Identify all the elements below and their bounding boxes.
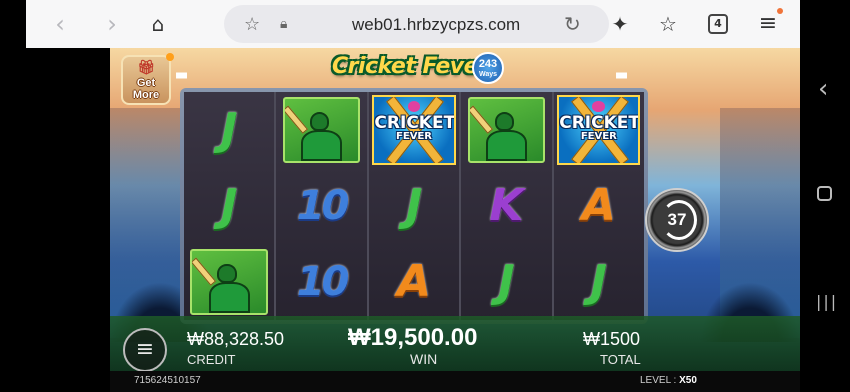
symbol-j: J [498,256,515,307]
gift-icon: 🎁︎ [137,60,155,76]
url-text[interactable]: web01.hrbzycpzs.com [352,15,520,35]
win-value: ₩19,500.00 [348,324,478,351]
reel-cell: CRICKET FEVER [554,92,644,168]
symbol-10: 10 [296,183,350,229]
symbol-j: J [221,104,238,155]
reel-cell: J [184,92,274,168]
batsman-symbol [282,96,361,164]
forward-icon[interactable]: › [98,10,126,38]
reel-column: JJ [184,92,277,320]
wild-label-1: CRICKET [374,112,456,133]
wild-label-1: CRICKET [559,112,640,133]
level-indicator: LEVEL : X50 [640,375,697,386]
reel-cell: J [554,244,644,320]
info-strip: 715624510157 LEVEL : X50 [110,371,800,392]
total-bet-label: TOTAL [600,352,641,367]
total-bet-value[interactable]: ₩1500 [583,329,640,350]
symbol-j: J [221,180,238,231]
bookmark-star-icon[interactable]: ☆ [654,10,682,38]
spin-button[interactable]: 37 [645,188,709,252]
reel-column: KJ [461,92,554,320]
symbol-a: A [396,256,432,307]
wild-label-2: FEVER [396,131,432,143]
batsman-symbol [190,248,269,316]
ways-number: 243 [478,58,498,70]
sparkle-icon[interactable]: ✦ [606,10,634,38]
browser-toolbar: ‹ › ⌂ ☆ 🔒︎ web01.hrbzycpzs.com ↻ ✦ ☆ 4 ≡ [26,0,800,48]
tabs-icon[interactable]: 4 [708,14,728,34]
win-label: WIN [410,351,438,367]
symbol-a: A [581,180,616,231]
reel-cell: 10 [276,168,366,244]
system-recents-icon[interactable]: ||| [816,292,838,311]
screen: ‹ › ⌂ ☆ 🔒︎ web01.hrbzycpzs.com ↻ ✦ ☆ 4 ≡… [0,0,850,392]
symbol-k: K [489,180,524,231]
level-value: X50 [679,375,697,386]
menu-icon[interactable]: ≡ [754,10,782,38]
batsman-symbol [467,96,546,164]
wild-symbol: CRICKET FEVER [557,95,641,165]
wild-symbol: CRICKET FEVER [372,95,456,165]
reel-cell [276,92,366,168]
wild-label-2: FEVER [580,131,617,143]
tab-count: 4 [714,17,722,30]
reel-column: CRICKET FEVER J A [368,92,462,320]
url-bar[interactable]: ☆ 🔒︎ web01.hrbzycpzs.com ↻ [224,5,609,43]
floodlight-icon: ■■ [176,70,187,81]
star-icon[interactable]: ☆ [244,14,260,35]
cricket-ball-icon [407,101,421,112]
level-label: LEVEL : [640,375,677,386]
cricket-ball-icon [592,101,606,112]
system-home-icon[interactable] [817,186,832,201]
symbol-10: 10 [296,259,350,305]
credit-value: ₩88,328.50 [187,329,285,349]
hamburger-menu-icon[interactable]: ≡ [123,328,167,372]
credit-label: CREDIT [187,352,236,367]
system-navigation: ‹ ||| [800,48,850,392]
floodlight-icon: ■■ [616,70,627,81]
ways-badge: 243 Ways [472,52,504,84]
spins-remaining: 37 [667,210,687,229]
game-logo: Cricket Fever 243 Ways [332,50,504,92]
reload-icon[interactable]: ↻ [564,12,581,36]
system-back-icon[interactable]: ‹ [818,74,828,104]
get-more-button[interactable]: 🎁︎ Get More [121,55,171,105]
reel-grid: J J 10 10 CRICKET FEVER J A K J CRICKET FEVER A J [184,92,645,320]
get-more-badge [166,53,174,61]
symbol-j: J [590,256,608,307]
reel-cell: K [461,168,551,244]
reel-frame: J J 10 10 CRICKET FEVER J A K J CRICKET FEVER A J [180,88,648,324]
get-more-label-1: Get [136,77,156,89]
home-icon[interactable]: ⌂ [144,10,172,38]
reel-cell: A [369,244,459,320]
reel-cell [184,244,274,320]
reel-cell: J [461,244,551,320]
ways-label: Ways [478,71,498,78]
back-icon[interactable]: ‹ [46,10,74,38]
reel-column: 10 10 [276,92,369,320]
reel-cell: 10 [276,244,366,320]
symbol-j: J [405,180,423,231]
game-id: 715624510157 [134,375,201,386]
reel-cell: CRICKET FEVER [369,92,459,168]
reel-cell: A [554,168,644,244]
game-title: Cricket Fever [332,54,489,79]
reel-column: CRICKET FEVER A J [553,92,645,320]
reel-cell: J [369,168,459,244]
reel-cell: J [184,168,274,244]
get-more-label-2: More [132,89,160,101]
reel-cell [461,92,551,168]
game-canvas[interactable]: 🎁︎ Get More ■■ ■■ Cricket Fever 243 Ways… [110,48,800,392]
lock-icon: 🔒︎ [280,16,288,32]
notification-dot [777,8,783,14]
